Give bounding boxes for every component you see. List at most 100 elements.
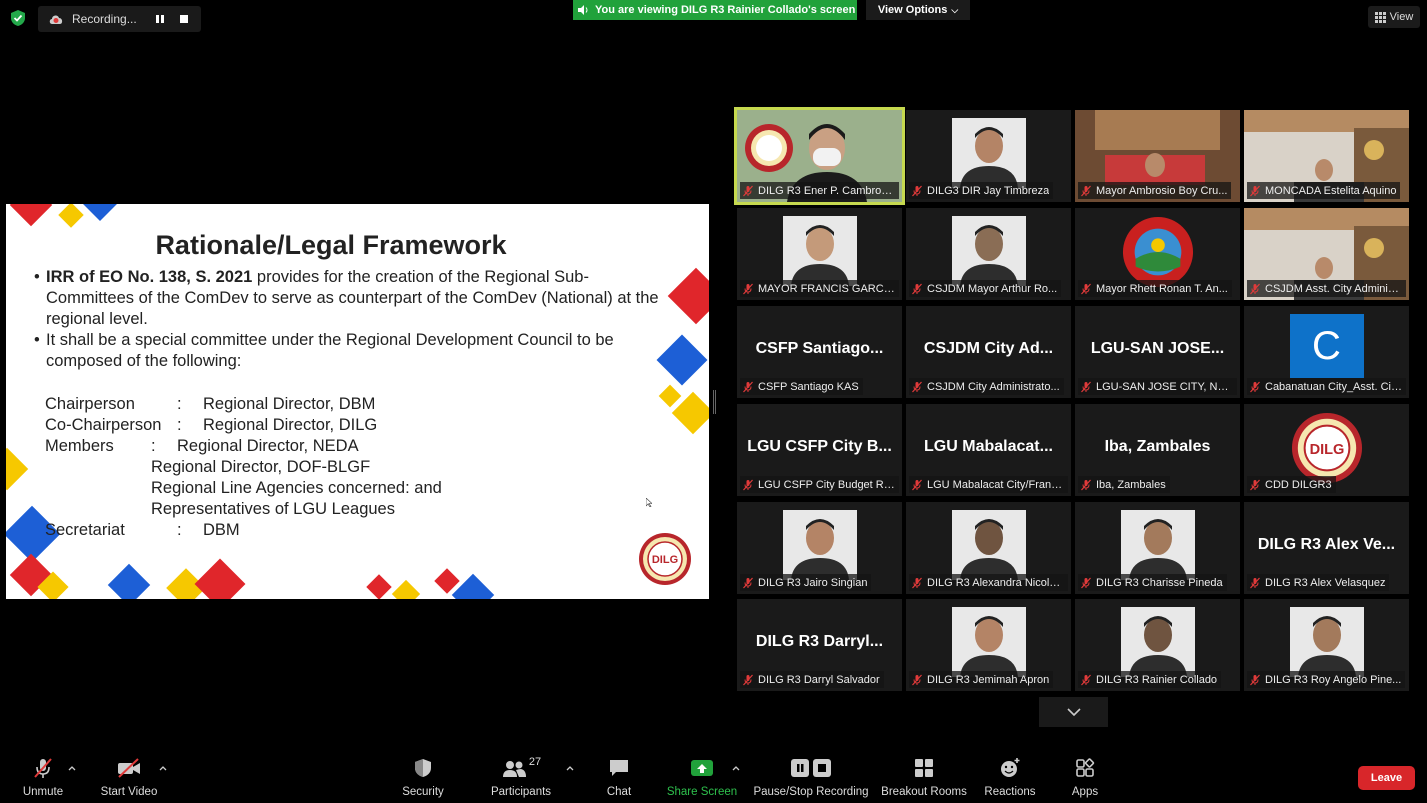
microphone-muted-icon (1250, 674, 1260, 685)
grid-view-icon (1374, 11, 1386, 23)
secretariat-value: DBM (203, 521, 240, 539)
participant-nameplate: LGU CSFP City Budget Riz... (740, 476, 899, 493)
participant-photo (1120, 607, 1195, 677)
participant-nameplate: DILG3 DIR Jay Timbreza (909, 182, 1054, 199)
gallery-next-page-button[interactable] (1039, 697, 1108, 727)
view-button[interactable]: View (1368, 6, 1420, 28)
members-colon: : (151, 437, 156, 455)
chair-colon: : (177, 395, 182, 413)
microphone-muted-icon (1081, 381, 1091, 392)
participant-photo (1289, 607, 1364, 677)
chevron-down-icon (1066, 708, 1081, 716)
participants-button[interactable]: 27 Participants (489, 756, 553, 798)
participant-tile[interactable]: CSFP Santiago... CSFP Santiago KAS (737, 306, 902, 398)
participant-tile[interactable]: MAYOR FRANCIS GARCIA... (737, 208, 902, 300)
participant-nameplate: CSJDM Asst. City Adminis... (1247, 280, 1406, 297)
leave-button[interactable]: Leave (1358, 766, 1415, 790)
participant-tile[interactable]: LGU CSFP City B... LGU CSFP City Budget R… (737, 404, 902, 496)
unmute-button[interactable]: Unmute (20, 756, 66, 798)
microphone-muted-icon (743, 577, 753, 588)
participant-tile[interactable]: CSJDM City Ad... CSJDM City Administrato.… (906, 306, 1071, 398)
decor-diamond (658, 384, 682, 408)
microphone-muted-icon (743, 674, 753, 685)
participant-tile[interactable]: C Cabanatuan City_Asst. Cit... (1244, 306, 1409, 398)
participant-tile[interactable]: DILG R3 Charisse Pineda (1075, 502, 1240, 594)
decor-diamond (6, 447, 29, 491)
participant-display-name: CSFP Santiago... (755, 340, 884, 357)
participant-display-name: LGU-SAN JOSE... (1090, 340, 1225, 357)
audio-options-caret[interactable] (67, 764, 77, 774)
participant-tile[interactable]: DILG3 DIR Jay Timbreza (906, 110, 1071, 202)
participant-tile[interactable]: DILG R3 Alex Ve... DILG R3 Alex Velasquez (1244, 502, 1409, 594)
microphone-muted-icon (1250, 283, 1260, 294)
video-camera-off-icon (118, 758, 140, 778)
participants-label: Participants (490, 786, 552, 798)
reactions-button[interactable]: Reactions (982, 756, 1038, 798)
dilg-logo: DILG (639, 533, 691, 585)
participant-tile[interactable]: DILG R3 Jemimah Apron (906, 599, 1071, 691)
svg-text:DILG: DILG (652, 554, 678, 566)
encryption-shield-icon[interactable] (9, 9, 27, 27)
participant-photo (951, 118, 1026, 188)
participant-tile[interactable]: CSJDM Mayor Arthur Ro... (906, 208, 1071, 300)
split-view-handle[interactable] (713, 390, 716, 414)
participants-options-caret[interactable] (565, 764, 575, 774)
pause-recording-button[interactable] (149, 8, 171, 30)
bullet-2-text: It shall be a special committee under th… (46, 331, 614, 370)
participant-tile[interactable]: DILG R3 Alexandra Nicole... (906, 502, 1071, 594)
breakout-rooms-button[interactable]: Breakout Rooms (880, 756, 968, 798)
participant-tile[interactable]: DILG R3 Darryl... DILG R3 Darryl Salvador (737, 599, 902, 691)
viewing-banner: You are viewing DILG R3 Rainier Collado'… (573, 0, 857, 20)
participant-display-name: LGU Mabalacat... (924, 438, 1053, 455)
participant-nameplate: Mayor Rhett Ronan T. An... (1078, 280, 1232, 297)
participant-name: DILG R3 Roy Angelo Pine... (1265, 673, 1402, 686)
microphone-muted-icon (743, 381, 753, 392)
participant-tile[interactable]: Mayor Rhett Ronan T. An... (1075, 208, 1240, 300)
participant-name: DILG R3 Jairo Singian (758, 576, 868, 589)
unmute-label: Unmute (22, 786, 64, 798)
chevron-down-icon: ⌵ (951, 4, 959, 15)
participant-tile[interactable]: DILG R3 Jairo Singian (737, 502, 902, 594)
security-label: Security (402, 786, 444, 798)
participant-tile[interactable]: Iba, Zambales Iba, Zambales (1075, 404, 1240, 496)
pause-stop-recording-button[interactable]: Pause/Stop Recording (753, 756, 869, 798)
participant-name: Iba, Zambales (1096, 478, 1166, 491)
stop-recording-button[interactable] (173, 8, 195, 30)
chat-button[interactable]: Chat (600, 756, 638, 798)
participant-tile[interactable]: DILG R3 Rainier Collado (1075, 599, 1240, 691)
participant-nameplate: Iba, Zambales (1078, 476, 1170, 493)
apps-button[interactable]: Apps (1066, 756, 1104, 798)
members-value: Representatives of LGU Leagues (151, 500, 395, 518)
recording-label: Recording... (72, 12, 137, 26)
participant-tile[interactable]: CSJDM Asst. City Adminis... (1244, 208, 1409, 300)
decor-diamond (194, 558, 246, 599)
start-video-button[interactable]: Start Video (100, 756, 158, 798)
view-options-button[interactable]: View Options ⌵ (866, 0, 970, 20)
participants-icon (502, 761, 526, 777)
participant-tile[interactable]: DILG R3 Ener P. Cambronero... (734, 107, 905, 205)
share-options-caret[interactable] (731, 764, 741, 774)
view-label: View (1389, 11, 1414, 23)
participant-nameplate: DILG R3 Jairo Singian (740, 574, 872, 591)
participant-name: CDD DILGR3 (1265, 478, 1332, 491)
participant-tile[interactable]: LGU Mabalacat... LGU Mabalacat City/Franc… (906, 404, 1071, 496)
participant-name: DILG R3 Alex Velasquez (1265, 576, 1386, 589)
pause-icon (156, 15, 164, 23)
participant-photo (951, 510, 1026, 580)
decor-diamond (667, 267, 709, 325)
chair-label: Chairperson (45, 395, 135, 413)
mouse-cursor-icon (646, 498, 652, 507)
breakout-rooms-label: Breakout Rooms (881, 786, 967, 798)
participant-name: LGU Mabalacat City/Franc... (927, 478, 1064, 491)
participant-tile[interactable]: Mayor Ambrosio Boy Cru... (1075, 110, 1240, 202)
share-screen-button[interactable]: Share Screen (666, 756, 738, 798)
participant-tile[interactable]: MONCADA Estelita Aquino (1244, 110, 1409, 202)
participant-tile[interactable]: LGU-SAN JOSE... LGU-SAN JOSE CITY, NUE... (1075, 306, 1240, 398)
participant-tile[interactable]: DILG R3 Roy Angelo Pine... (1244, 599, 1409, 691)
decor-diamond (58, 204, 84, 228)
chat-bubble-icon (610, 760, 628, 776)
video-options-caret[interactable] (158, 764, 168, 774)
bullet-1-bold: IRR of EO No. 138, S. 2021 (46, 268, 253, 286)
security-button[interactable]: Security (400, 756, 446, 798)
participant-tile[interactable]: DILG CDD DILGR3 (1244, 404, 1409, 496)
